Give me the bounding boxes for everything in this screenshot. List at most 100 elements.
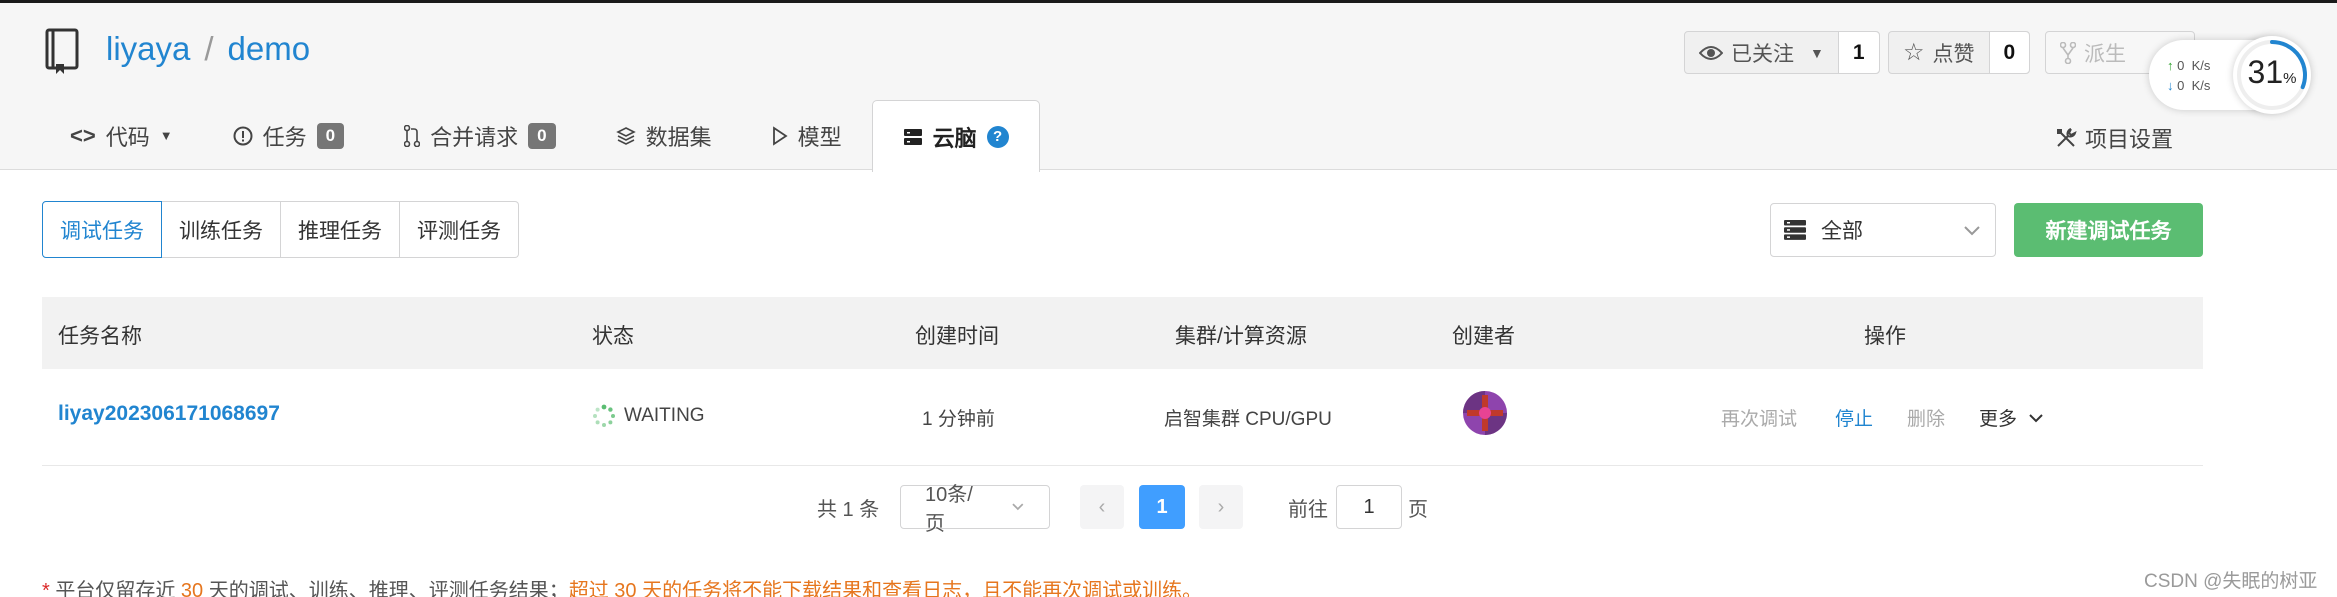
help-icon[interactable]: ? — [986, 125, 1009, 148]
watch-label: 已关注 — [1731, 42, 1794, 66]
current-page[interactable]: 1 — [1139, 485, 1185, 529]
repo-tabs: <> 代码 ▼ 任务 0 合并请求 0 数据集 模型 云脑 ? — [40, 100, 1040, 172]
star-button[interactable]: ☆ 点赞 0 — [1888, 31, 2031, 74]
star-icon: ☆ — [1903, 39, 1925, 66]
loading-spinner-icon — [593, 404, 615, 427]
tab-datasets[interactable]: 数据集 — [586, 100, 742, 171]
compute-resource: 启智集群 CPU/GPU — [1164, 409, 1332, 430]
chevron-left-icon: ‹ — [1098, 495, 1106, 518]
task-table-header: 任务名称 状态 创建时间 集群/计算资源 创建者 操作 — [42, 297, 2203, 369]
pagination: 共 1 条 10条/页 ‹ 1 › 前往 1 页 — [0, 484, 2337, 535]
repo-name-link[interactable]: demo — [228, 30, 311, 67]
watermark: CSDN @失眠的树亚 — [2144, 571, 2318, 592]
issue-icon — [233, 126, 253, 145]
project-settings-link[interactable]: 项目设置 — [2055, 122, 2173, 154]
table-row: liyay202306171068697 WAITING 1 分钟前 启智集群 … — [42, 369, 2203, 466]
subtab-train[interactable]: 训练任务 — [162, 201, 281, 258]
next-page-button[interactable]: › — [1199, 485, 1243, 529]
chevron-down-icon — [2029, 414, 2044, 423]
watch-count[interactable]: 1 — [1837, 32, 1879, 73]
note-part1: 平台仅留存近 — [49, 580, 181, 597]
net-speeds: ↑ 0 K/s ↓ 0 K/s — [2167, 56, 2210, 96]
issues-count-badge: 0 — [316, 122, 345, 149]
tab-cloudbrain-label: 云脑 — [932, 125, 977, 151]
prev-page-button[interactable]: ‹ — [1080, 485, 1124, 529]
tab-issues[interactable]: 任务 0 — [203, 100, 374, 171]
page-size-select[interactable]: 10条/页 — [900, 484, 1050, 535]
book-icon — [45, 28, 79, 74]
subtab-inference[interactable]: 推理任务 — [281, 201, 400, 258]
caret-down-icon: ▼ — [159, 128, 173, 143]
network-speed-widget: ↑ 0 K/s ↓ 0 K/s 31% — [2149, 36, 2311, 114]
goto-label: 前往 — [1288, 498, 1328, 521]
upload-speed: 0 — [2177, 58, 2185, 73]
tools-icon — [2057, 128, 2077, 147]
watch-button[interactable]: 已关注 ▼ 1 — [1684, 31, 1880, 74]
cpu-gauge: 31% — [2233, 36, 2311, 114]
tab-issues-label: 任务 — [262, 124, 307, 150]
star-count[interactable]: 0 — [1988, 32, 2030, 73]
new-debug-task-button[interactable]: 新建调试任务 — [2014, 203, 2203, 257]
more-dropdown[interactable]: 更多 — [1979, 404, 2044, 431]
more-label: 更多 — [1979, 409, 2018, 430]
task-name-link[interactable]: liyay202306171068697 — [58, 402, 280, 426]
tab-code-label: 代码 — [105, 124, 150, 150]
top-border — [0, 0, 2337, 3]
created-time: 1 分钟前 — [922, 409, 995, 430]
play-icon — [772, 125, 788, 146]
delete-button[interactable]: 删除 — [1907, 404, 1945, 431]
rerun-debug-button[interactable]: 再次调试 — [1721, 404, 1797, 431]
col-task-name: 任务名称 — [58, 325, 142, 348]
tab-cloudbrain[interactable]: 云脑 ? — [871, 100, 1040, 172]
upload-unit: K/s — [2191, 58, 2211, 73]
fork-label: 派生 — [2084, 42, 2126, 66]
tab-pull-requests-label: 合并请求 — [430, 124, 519, 150]
tab-datasets-label: 数据集 — [645, 124, 712, 150]
tab-models[interactable]: 模型 — [742, 100, 872, 171]
task-status: WAITING — [592, 404, 705, 428]
col-creator: 创建者 — [1452, 325, 1515, 348]
pull-requests-count-badge: 0 — [528, 122, 556, 149]
filter-selected-value: 全部 — [1821, 220, 1863, 243]
col-status: 状态 — [592, 325, 634, 348]
cluster-filter-select[interactable]: 全部 — [1770, 203, 1996, 257]
subtab-evaluate[interactable]: 评测任务 — [400, 201, 519, 258]
page-size-value: 10条/页 — [925, 484, 973, 535]
layers-icon — [615, 126, 636, 145]
note-warning: 超过 30 天的任务将不能下载结果和查看日志，且不能再次调试或训练。 — [568, 580, 1203, 597]
project-settings-label: 项目设置 — [2085, 127, 2174, 152]
subtab-debug[interactable]: 调试任务 — [42, 201, 162, 258]
tab-code[interactable]: <> 代码 ▼ — [40, 100, 203, 171]
goto-page-input[interactable]: 1 — [1336, 485, 1402, 529]
fork-icon — [2060, 41, 2076, 64]
page-suffix: 页 — [1408, 498, 1428, 521]
server-list-icon — [1784, 220, 1806, 240]
col-operations: 操作 — [1864, 325, 1906, 348]
task-type-tabs: 调试任务 训练任务 推理任务 评测任务 — [42, 201, 519, 258]
chevron-right-icon: › — [1217, 495, 1225, 518]
upload-arrow-icon: ↑ — [2167, 58, 2174, 73]
cpu-percent: 31% — [2247, 54, 2297, 90]
star-label: 点赞 — [1932, 42, 1975, 66]
eye-icon — [1699, 45, 1723, 60]
col-resource: 集群/计算资源 — [1175, 325, 1307, 348]
chevron-down-icon — [1012, 503, 1024, 511]
col-created: 创建时间 — [915, 325, 999, 348]
note-part2: 天的调试、训练、推理、评测任务结果； — [203, 580, 569, 597]
tab-pull-requests[interactable]: 合并请求 0 — [374, 100, 585, 171]
download-unit: K/s — [2191, 78, 2211, 93]
repo-owner-link[interactable]: liyaya — [106, 30, 190, 67]
repo-breadcrumb: liyaya / demo — [106, 30, 310, 68]
download-speed: 0 — [2177, 78, 2185, 93]
creator-avatar[interactable] — [1463, 391, 1507, 435]
total-count: 共 1 条 — [817, 498, 880, 521]
retention-note: * 平台仅留存近 30 天的调试、训练、推理、评测任务结果；超过 30 天的任务… — [42, 574, 1202, 597]
server-icon — [903, 128, 922, 145]
status-text: WAITING — [624, 405, 705, 426]
note-days: 30 — [180, 580, 204, 597]
code-icon: <> — [70, 122, 96, 148]
download-arrow-icon: ↓ — [2167, 78, 2174, 93]
stop-button[interactable]: 停止 — [1835, 404, 1873, 431]
tab-models-label: 模型 — [797, 124, 842, 150]
repo-header: liyaya / demo 已关注 ▼ 1 ☆ 点赞 0 派生 ↑ 0 K/s ↓ … — [0, 0, 2337, 172]
